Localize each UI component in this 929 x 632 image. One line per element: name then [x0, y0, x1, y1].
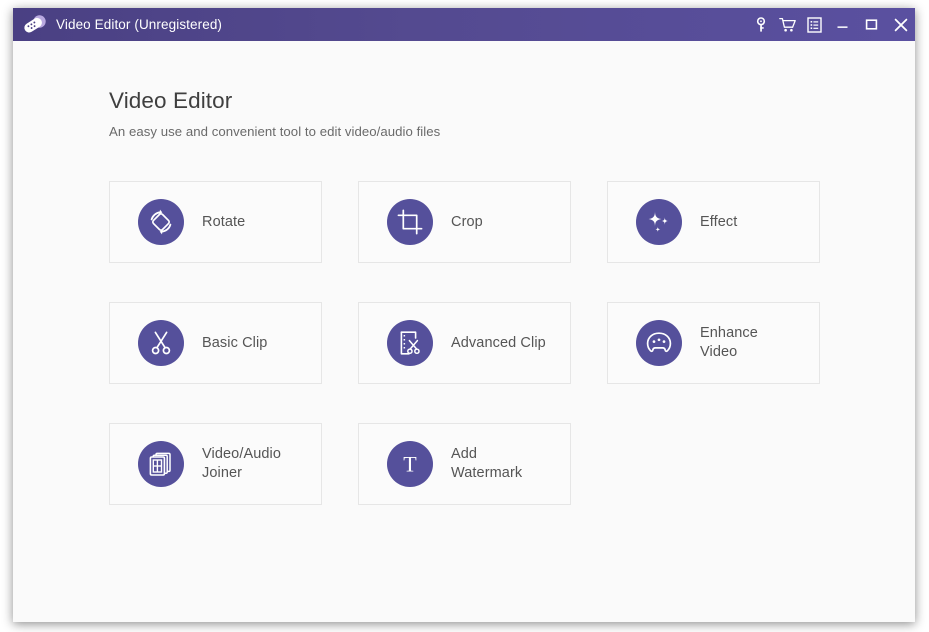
page-subtitle: An easy use and convenient tool to edit …: [109, 124, 915, 139]
tool-card-video-audio-joiner[interactable]: Video/Audio Joiner: [109, 423, 322, 505]
key-icon[interactable]: [747, 8, 774, 41]
film-frames-icon: [138, 441, 184, 487]
close-icon[interactable]: [886, 8, 915, 41]
tool-label: Basic Clip: [202, 334, 267, 353]
crop-icon: [387, 199, 433, 245]
page-title: Video Editor: [109, 88, 915, 114]
maximize-icon[interactable]: [857, 8, 886, 41]
tool-label: Effect: [700, 213, 737, 232]
titlebar-controls: [747, 8, 915, 41]
cart-icon[interactable]: [774, 8, 801, 41]
tool-card-effect[interactable]: Effect: [607, 181, 820, 263]
minimize-icon[interactable]: [828, 8, 857, 41]
tool-label: Add Watermark: [451, 445, 522, 483]
tool-grid: Rotate Crop: [109, 181, 820, 505]
text-t-icon: T: [387, 441, 433, 487]
scissors-icon: [138, 320, 184, 366]
desktop-background: Video Editor (Unregistered): [0, 0, 929, 632]
page-header: Video Editor An easy use and convenient …: [13, 41, 915, 139]
tool-card-enhance-video[interactable]: Enhance Video: [607, 302, 820, 384]
tool-card-crop[interactable]: Crop: [358, 181, 571, 263]
video-editor-window: Video Editor (Unregistered): [13, 8, 915, 622]
tool-card-add-watermark[interactable]: T Add Watermark: [358, 423, 571, 505]
main-content: Video Editor An easy use and convenient …: [13, 41, 915, 622]
tool-card-rotate[interactable]: Rotate: [109, 181, 322, 263]
title-bar: Video Editor (Unregistered): [13, 8, 915, 41]
effect-sparkle-icon: [636, 199, 682, 245]
menu-list-icon[interactable]: [801, 8, 828, 41]
video-tape-logo-icon: [22, 14, 48, 36]
rotate-icon: [138, 199, 184, 245]
palette-icon: [636, 320, 682, 366]
advanced-clip-icon: [387, 320, 433, 366]
tool-label: Rotate: [202, 213, 245, 232]
svg-text:T: T: [403, 452, 417, 477]
tool-label: Video/Audio Joiner: [202, 445, 281, 483]
tool-label: Enhance Video: [700, 324, 758, 362]
tool-label: Crop: [451, 213, 483, 232]
tool-card-basic-clip[interactable]: Basic Clip: [109, 302, 322, 384]
tool-label: Advanced Clip: [451, 334, 546, 353]
window-title: Video Editor (Unregistered): [56, 17, 222, 32]
tool-card-advanced-clip[interactable]: Advanced Clip: [358, 302, 571, 384]
